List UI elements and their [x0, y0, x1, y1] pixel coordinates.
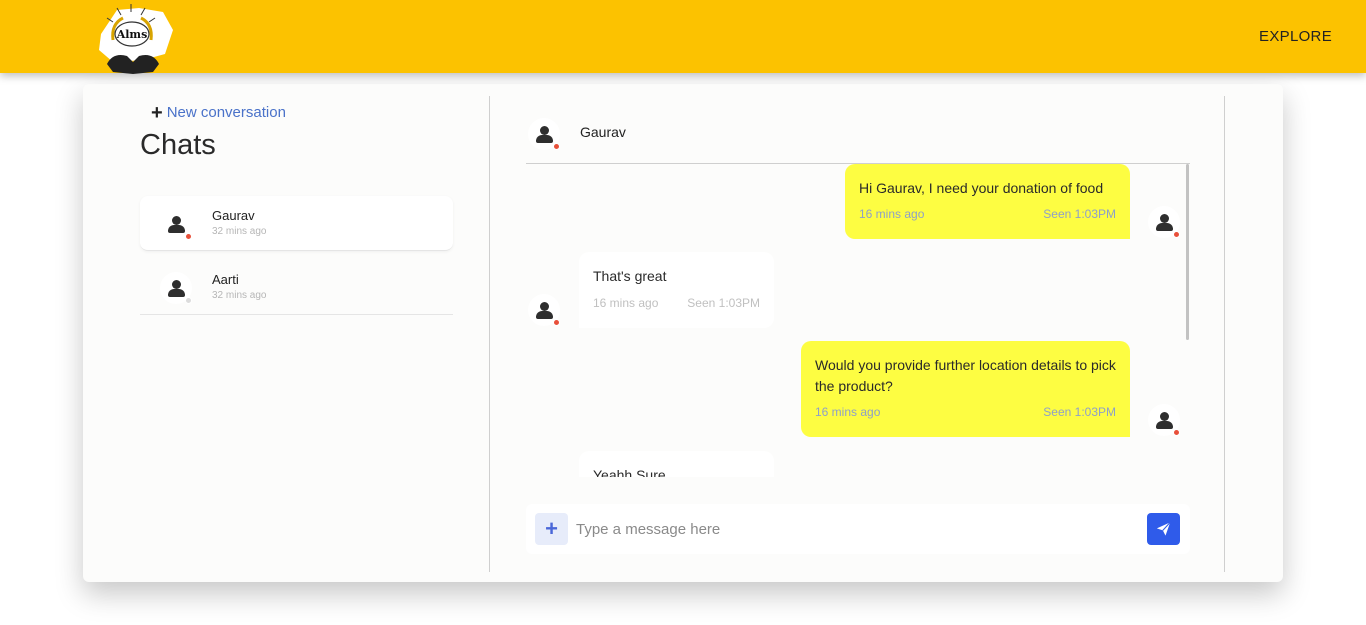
user-icon	[1160, 412, 1169, 421]
message-bubble-incoming: Yeahh Sure	[579, 451, 774, 477]
user-icon	[1160, 214, 1169, 223]
user-icon	[172, 280, 181, 289]
message-bubble-outgoing: Hi Gaurav, I need your donation of food …	[845, 164, 1130, 239]
avatar	[1148, 404, 1180, 436]
contact-time: 32 mins ago	[212, 290, 267, 301]
message-text: Hi Gaurav, I need your donation of food	[859, 180, 1104, 196]
chat-card: + New conversation Chats Gaurav 32 mins …	[83, 84, 1283, 582]
add-attachment-button[interactable]: +	[535, 513, 568, 545]
chats-title: Chats	[140, 129, 216, 161]
chat-contact-name: Gaurav	[580, 124, 626, 140]
new-conversation-label: New conversation	[166, 104, 286, 121]
message-text: Would you provide further location detai…	[815, 357, 1116, 394]
message-list[interactable]: Hi Gaurav, I need your donation of food …	[526, 164, 1190, 477]
online-status-dot	[185, 233, 192, 240]
message-seen: Seen 1:03PM	[1043, 207, 1116, 221]
message-composer: +	[526, 504, 1190, 554]
message-seen: Seen 1:03PM	[687, 296, 760, 310]
message-time: 16 mins ago	[593, 296, 659, 310]
avatar	[1148, 206, 1180, 238]
svg-text:Alms: Alms	[116, 28, 148, 41]
message-input[interactable]	[576, 514, 1136, 544]
alms-logo[interactable]: Alms	[93, 2, 175, 74]
plus-icon: +	[151, 101, 163, 124]
contact-time: 32 mins ago	[212, 226, 267, 237]
message-time: 16 mins ago	[815, 405, 881, 419]
plus-icon: +	[545, 516, 558, 541]
chat-sidebar: + New conversation Chats Gaurav 32 mins …	[83, 84, 489, 582]
message-bubble-outgoing: Would you provide further location detai…	[801, 341, 1130, 437]
avatar	[528, 118, 560, 150]
online-status-dot	[1173, 231, 1180, 238]
user-icon	[540, 126, 549, 135]
message-text: Yeahh Sure	[593, 467, 666, 477]
message-bubble-incoming: That's great 16 mins ago Seen 1:03PM	[579, 252, 774, 328]
chat-header: Gaurav	[526, 112, 1190, 164]
avatar	[528, 294, 560, 326]
explore-link[interactable]: EXPLORE	[1259, 28, 1332, 45]
contact-item-gaurav[interactable]: Gaurav 32 mins ago	[140, 196, 453, 251]
scrollbar[interactable]	[1184, 164, 1190, 477]
online-status-dot	[553, 143, 560, 150]
online-status-dot	[1173, 429, 1180, 436]
new-conversation-button[interactable]: + New conversation	[151, 101, 286, 124]
paper-plane-icon	[1156, 521, 1171, 536]
message-text: That's great	[593, 268, 667, 284]
top-navbar: Alms EXPLORE	[0, 0, 1366, 74]
message-time: 16 mins ago	[859, 207, 925, 221]
user-icon	[540, 302, 549, 311]
online-status-dot	[553, 319, 560, 326]
divider	[489, 96, 490, 572]
contact-name: Aarti	[212, 272, 239, 287]
user-icon	[172, 216, 181, 225]
send-button[interactable]	[1147, 513, 1180, 545]
contact-name: Gaurav	[212, 208, 255, 223]
scrollbar-thumb[interactable]	[1186, 164, 1189, 340]
divider	[1224, 96, 1225, 572]
avatar	[160, 272, 192, 304]
avatar	[160, 208, 192, 240]
contact-item-aarti[interactable]: Aarti 32 mins ago	[140, 260, 453, 315]
message-seen: Seen 1:03PM	[1043, 405, 1116, 419]
offline-status-dot	[185, 297, 192, 304]
